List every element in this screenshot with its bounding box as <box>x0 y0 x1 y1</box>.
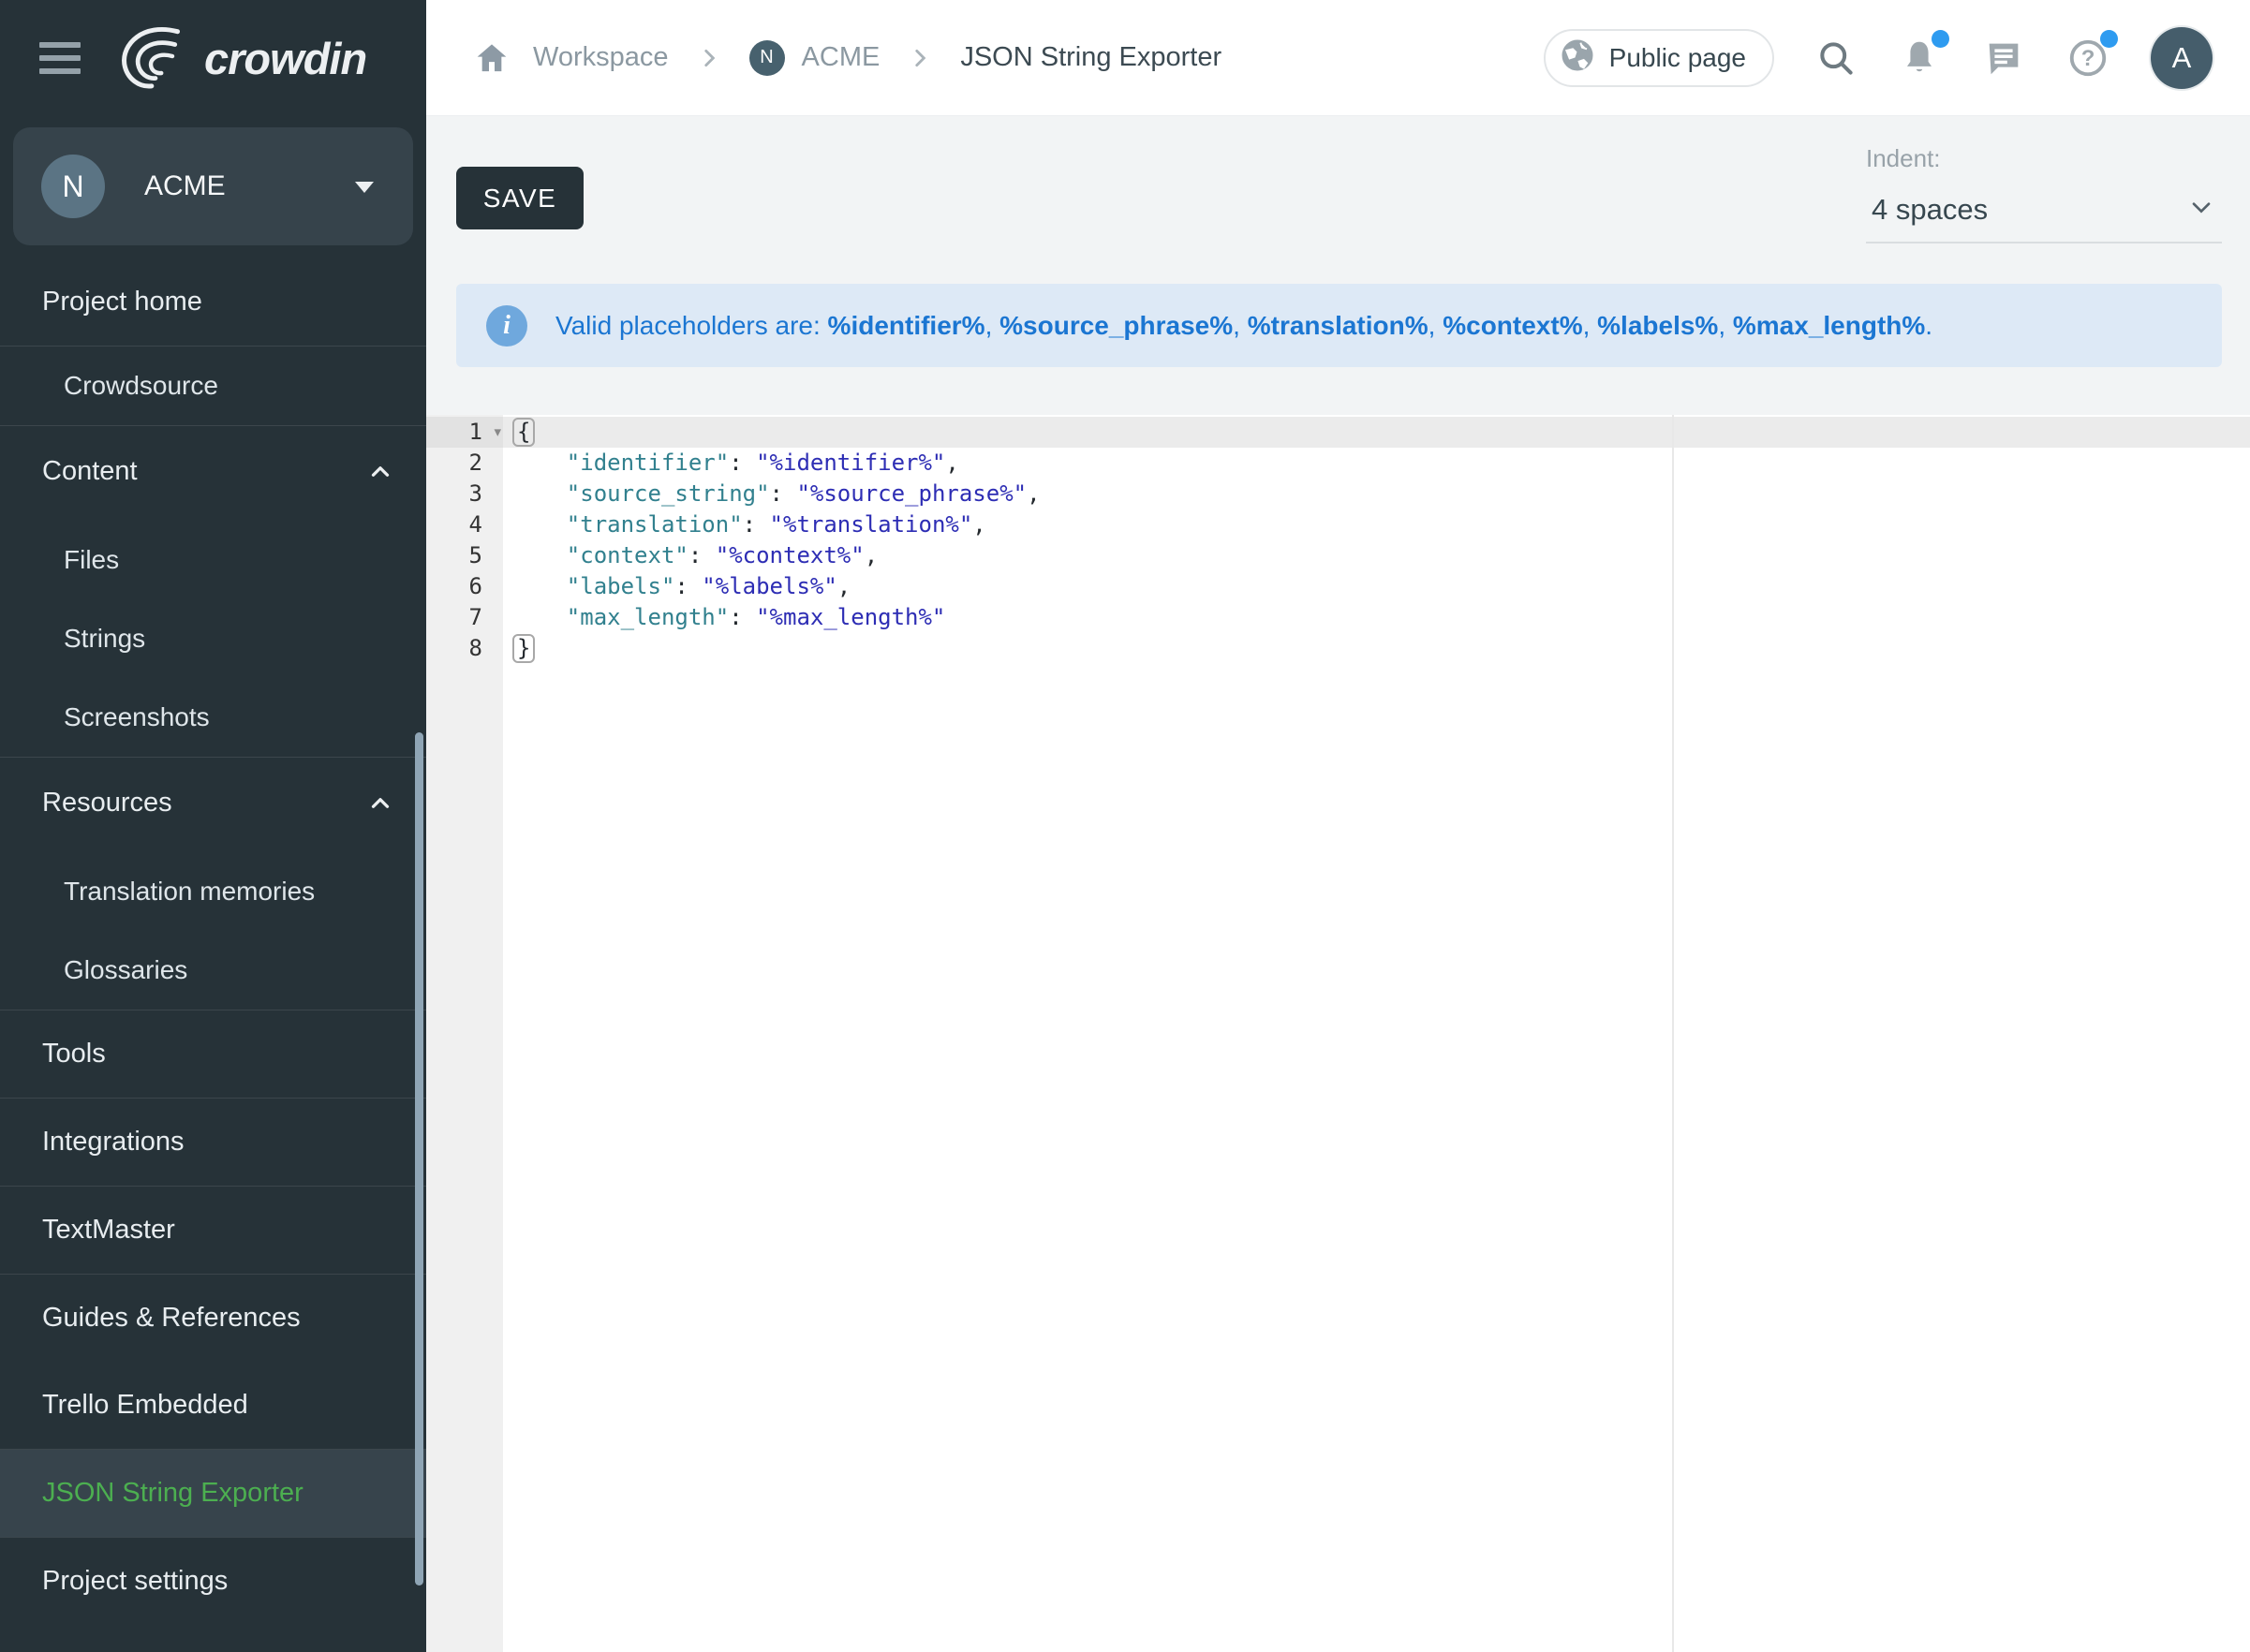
code-line[interactable]: } <box>503 633 2250 664</box>
indent-selected-value: 4 spaces <box>1872 193 1988 227</box>
sidebar-item-guides-references[interactable]: Guides & References <box>0 1275 426 1362</box>
home-icon[interactable] <box>473 39 511 77</box>
topbar: Workspace N ACME JSON String Exporter Pu <box>426 0 2250 116</box>
gutter-line-number: 8 <box>426 633 503 664</box>
sidebar-item-resources[interactable]: Resources <box>0 758 426 852</box>
search-icon[interactable] <box>1815 37 1857 79</box>
sidebar-item-strings[interactable]: Strings <box>0 599 426 678</box>
sidebar-item-label: JSON String Exporter <box>42 1478 303 1508</box>
sidebar-item-json-string-exporter[interactable]: JSON String Exporter <box>0 1450 426 1537</box>
crowdin-logo-text: crowdin <box>204 37 366 81</box>
project-name: ACME <box>144 170 226 202</box>
chevron-right-icon <box>697 46 721 70</box>
code-line[interactable]: "source_string": "%source_phrase%", <box>503 479 2250 509</box>
sidebar-item-label: Project home <box>42 287 202 317</box>
globe-icon <box>1559 37 1596 79</box>
sidebar-item-content[interactable]: Content <box>0 426 426 521</box>
indent-select[interactable]: 4 spaces <box>1866 186 2222 243</box>
caret-down-icon <box>355 182 374 193</box>
project-avatar: N <box>41 155 105 218</box>
sidebar-item-label: Content <box>42 456 138 486</box>
code-line[interactable]: "max_length": "%max_length%" <box>503 602 2250 633</box>
save-button[interactable]: SAVE <box>456 167 584 229</box>
sidebar-item-screenshots[interactable]: Screenshots <box>0 678 426 757</box>
editor-code[interactable]: { "identifier": "%identifier%", "source_… <box>503 415 2250 1652</box>
page-title: JSON String Exporter <box>960 42 1221 73</box>
notification-dot <box>1932 30 1949 48</box>
svg-text:?: ? <box>2081 46 2095 71</box>
indent-label: Indent: <box>1866 144 2222 173</box>
sidebar-item-label: Glossaries <box>64 955 187 984</box>
gutter-line-number: 6 <box>426 571 503 602</box>
sidebar-item-label: Translation memories <box>64 877 315 906</box>
info-icon: i <box>486 305 527 347</box>
chevron-right-icon <box>908 46 932 70</box>
sidebar-item-files[interactable]: Files <box>0 521 426 599</box>
banner-text: Valid placeholders are: %identifier%, %s… <box>555 311 1932 341</box>
user-avatar[interactable]: A <box>2151 27 2213 89</box>
crowdin-logo[interactable]: crowdin <box>116 22 366 95</box>
sidebar-item-label: Integrations <box>42 1127 185 1157</box>
sidebar-item-label: Files <box>64 545 119 574</box>
sidebar-item-integrations[interactable]: Integrations <box>0 1099 426 1186</box>
gutter-line-number: 5 <box>426 540 503 571</box>
breadcrumb-workspace[interactable]: Workspace <box>533 42 669 73</box>
sidebar-item-label: Strings <box>64 624 145 653</box>
sidebar-item-project-settings[interactable]: Project settings <box>0 1538 426 1625</box>
sidebar-item-label: Resources <box>42 788 172 818</box>
editor-gutter: 1▾2345678 <box>426 415 503 1652</box>
sidebar-item-label: Tools <box>42 1039 106 1069</box>
indent-control: Indent: 4 spaces <box>1866 144 2222 243</box>
help-dot <box>2100 30 2118 48</box>
notifications-bell-icon[interactable] <box>1898 37 1941 80</box>
messages-icon[interactable] <box>1982 37 2025 80</box>
sidebar-item-translation-memories[interactable]: Translation memories <box>0 852 426 931</box>
gutter-line-number: 1▾ <box>426 417 503 448</box>
sidebar-item-glossaries[interactable]: Glossaries <box>0 931 426 1010</box>
sidebar-item-trello-embedded[interactable]: Trello Embedded <box>0 1362 426 1449</box>
topbar-actions: Public page ? A <box>1544 27 2250 89</box>
sidebar: crowdin N ACME Project home Crowdsource Co… <box>0 0 426 1652</box>
code-line[interactable]: { <box>503 417 2250 448</box>
main-content: SAVE Indent: 4 spaces i Valid placeholde… <box>426 116 2250 1652</box>
breadcrumb: Workspace N ACME JSON String Exporter <box>426 39 1221 77</box>
hamburger-menu-icon[interactable] <box>39 42 81 74</box>
code-line[interactable]: "context": "%context%", <box>503 540 2250 571</box>
breadcrumb-current-page: JSON String Exporter <box>960 42 1221 73</box>
code-line[interactable]: "identifier": "%identifier%", <box>503 448 2250 479</box>
sidebar-item-tools[interactable]: Tools <box>0 1010 426 1098</box>
gutter-line-number: 7 <box>426 602 503 633</box>
sidebar-scrollbar-thumb[interactable] <box>415 732 423 1586</box>
gutter-line-number: 2 <box>426 448 503 479</box>
chevron-down-icon <box>2186 192 2216 227</box>
sidebar-item-project-home[interactable]: Project home <box>0 258 426 346</box>
project-avatar-small: N <box>749 40 785 76</box>
gutter-line-number: 4 <box>426 509 503 540</box>
project-selector[interactable]: N ACME <box>13 127 413 245</box>
gutter-line-number: 3 <box>426 479 503 509</box>
chevron-up-icon <box>366 789 394 824</box>
sidebar-item-textmaster[interactable]: TextMaster <box>0 1187 426 1274</box>
public-page-button[interactable]: Public page <box>1544 29 1774 87</box>
sidebar-item-label: Guides & References <box>42 1303 301 1333</box>
sidebar-item-label: Crowdsource <box>64 371 218 400</box>
crowdin-logo-mark-icon <box>116 22 195 95</box>
sidebar-item-label: Trello Embedded <box>42 1390 248 1420</box>
code-line[interactable]: "labels": "%labels%", <box>503 571 2250 602</box>
sidebar-item-label: Screenshots <box>64 702 210 731</box>
info-banner: i Valid placeholders are: %identifier%, … <box>456 284 2222 367</box>
code-editor[interactable]: 1▾2345678 { "identifier": "%identifier%"… <box>426 415 2250 1652</box>
print-margin-line <box>1672 415 1674 1652</box>
help-icon[interactable]: ? <box>2066 37 2109 80</box>
code-line[interactable]: "translation": "%translation%", <box>503 509 2250 540</box>
public-page-label: Public page <box>1609 43 1746 73</box>
chevron-up-icon <box>366 457 394 493</box>
sidebar-nav: Project home Crowdsource Content Files Strin… <box>0 258 426 1625</box>
code-fold-toggle-icon[interactable]: ▾ <box>494 417 501 448</box>
sidebar-item-label: Project settings <box>42 1566 228 1596</box>
breadcrumb-project[interactable]: N ACME <box>749 40 881 76</box>
sidebar-header: crowdin <box>0 0 426 116</box>
sidebar-item-label: TextMaster <box>42 1215 175 1245</box>
sidebar-item-crowdsource[interactable]: Crowdsource <box>0 347 426 425</box>
